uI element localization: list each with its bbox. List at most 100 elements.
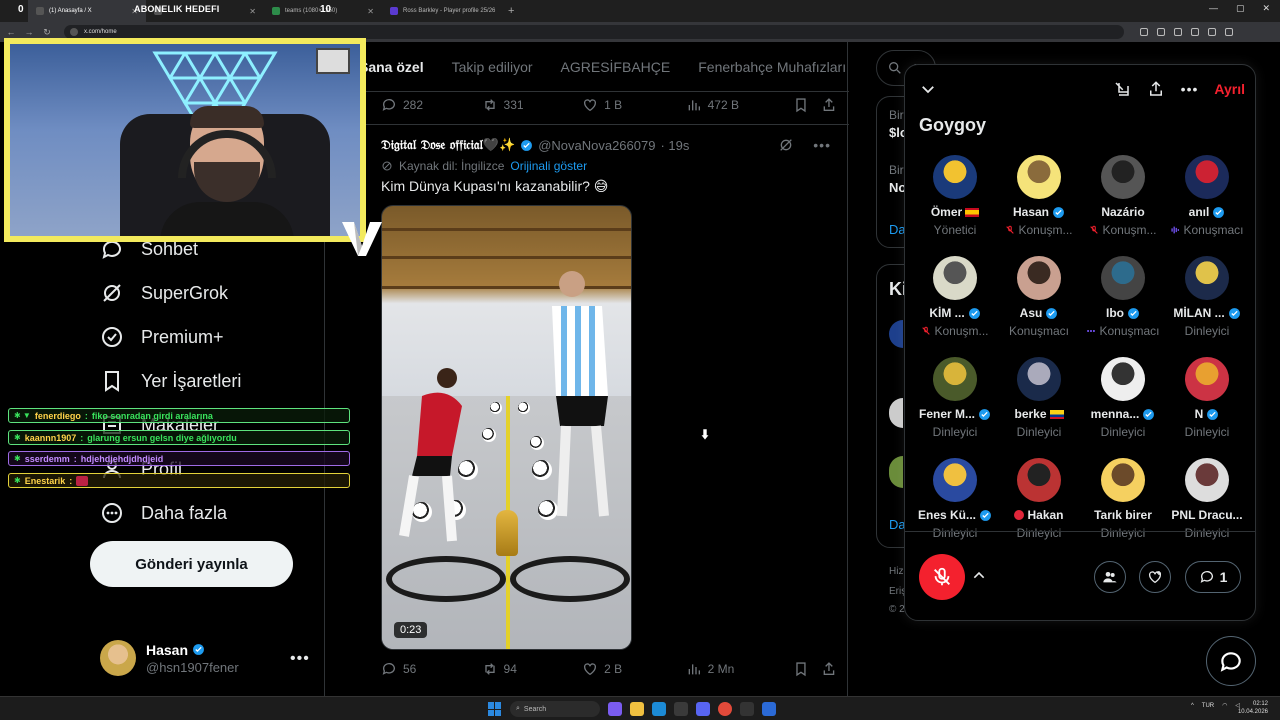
reply-button[interactable]: 56	[381, 661, 482, 677]
language-indicator[interactable]: TUR	[1202, 703, 1214, 709]
share-icon[interactable]	[821, 97, 837, 113]
leave-space-button[interactable]: Ayrıl	[1214, 81, 1245, 97]
windows-start-icon[interactable]	[488, 702, 502, 716]
player-argentina	[552, 271, 609, 517]
space-more-icon[interactable]: •••	[1181, 81, 1199, 97]
discord-icon[interactable]	[696, 702, 710, 716]
repost-button[interactable]: 331	[482, 97, 583, 113]
views-button[interactable]: 2 Mn	[686, 661, 794, 677]
store-icon[interactable]	[674, 702, 688, 716]
space-participant[interactable]: Asu Konuşmacı	[997, 256, 1081, 338]
space-replies-button[interactable]: 1	[1185, 561, 1241, 593]
sidebar-item-supergrok[interactable]: SuperGrok	[100, 281, 228, 305]
share-icon[interactable]	[1147, 80, 1165, 98]
tweet-video[interactable]: 0:23	[381, 205, 632, 650]
share-icon[interactable]	[821, 661, 837, 677]
space-participant[interactable]: anıl Konuşmacı	[1165, 155, 1249, 237]
profile-icon[interactable]	[1208, 28, 1216, 36]
mic-toggle-button[interactable]	[919, 554, 965, 600]
participant-role-row: Dinleyici	[1185, 425, 1230, 439]
tab-for-you[interactable]: Sana özel	[359, 59, 424, 75]
tab-list-fenerbahce-muhafizlari[interactable]: Fenerbahçe Muhafızları	[698, 59, 846, 75]
views-button[interactable]: 472 B	[686, 97, 794, 113]
space-participant[interactable]: Enes Kü... Dinleyici	[913, 458, 997, 540]
tab-list-agresifbahce[interactable]: AGRESİFBAHÇE	[561, 59, 671, 75]
reload-icon[interactable]: ↻	[40, 27, 54, 38]
avatar	[1185, 357, 1229, 401]
space-participant[interactable]: menna... Dinleyici	[1081, 357, 1165, 439]
chrome-icon[interactable]	[718, 702, 732, 716]
close-tab-icon[interactable]: ✕	[249, 7, 256, 16]
tweet-author-handle[interactable]: @NovaNova266079	[538, 138, 655, 153]
forward-icon[interactable]: →	[22, 27, 36, 37]
minimize-icon[interactable]: —	[1209, 3, 1218, 14]
space-participant[interactable]: Nazário Konuşm...	[1081, 155, 1165, 237]
space-participant[interactable]: N Dinleyici	[1165, 357, 1249, 439]
menu-icon[interactable]	[1225, 28, 1233, 36]
close-window-icon[interactable]: ✕	[1262, 3, 1270, 14]
taskbar-search[interactable]: ⌕ Search	[510, 701, 600, 717]
expand-chevron-icon[interactable]	[971, 567, 987, 583]
sidebar-item-premium[interactable]: Premium+	[100, 325, 224, 349]
zoom-icon[interactable]	[1140, 28, 1148, 36]
browser-tab[interactable]: Ross Barkley - Player profile 25/26 ✕	[382, 0, 500, 22]
vscode-icon[interactable]	[762, 702, 776, 716]
account-more-icon[interactable]: •••	[290, 650, 310, 668]
sidebar-item-bookmarks[interactable]: Yer İşaretleri	[100, 369, 241, 393]
copilot-icon[interactable]	[608, 702, 622, 716]
grok-icon[interactable]	[778, 137, 794, 153]
browser-tab[interactable]: (1) Anasayfa / X ✕	[28, 0, 146, 22]
space-participant[interactable]: berke Dinleyici	[997, 357, 1081, 439]
space-participant[interactable]: PNL Dracu... Dinleyici	[1165, 458, 1249, 540]
tab-following[interactable]: Takip ediliyor	[452, 59, 533, 75]
space-participant[interactable]: MİLAN ... Dinleyici	[1165, 256, 1249, 338]
edge-icon[interactable]	[652, 702, 666, 716]
space-title: Goygoy	[919, 115, 987, 135]
tweet-more-icon[interactable]: •••	[813, 137, 831, 153]
back-icon[interactable]: ←	[4, 27, 18, 37]
space-participant[interactable]: Ibo Konuşmacı	[1081, 256, 1165, 338]
account-switcher[interactable]: Hasan @hsn1907fener	[100, 640, 239, 676]
wifi-icon[interactable]: ◠	[1222, 702, 1227, 709]
collapse-chevron-icon[interactable]	[919, 80, 937, 98]
chat-username: fenerdiego	[34, 410, 81, 421]
chat-username: kaannn1907	[24, 432, 77, 443]
participant-role: Dinleyici	[1016, 526, 1062, 540]
space-participant[interactable]: Tarık birer Dinleyici	[1081, 458, 1165, 540]
bookmark-star-icon[interactable]	[1174, 28, 1182, 36]
extensions-icon[interactable]	[1191, 28, 1199, 36]
repost-button[interactable]: 94	[482, 661, 583, 677]
post-button[interactable]: Gönderi yayınla	[90, 541, 293, 587]
new-tab-button[interactable]: +	[500, 5, 522, 17]
verified-badge-icon	[1128, 307, 1139, 319]
minimize-dock-icon[interactable]	[1113, 80, 1131, 98]
taskbar-clock[interactable]: 02:12 10.04.2026	[1238, 700, 1268, 716]
like-button[interactable]: 1 B	[582, 97, 686, 113]
url-input[interactable]: x.com/home	[64, 25, 1124, 39]
space-participant[interactable]: Hakan Dinleyici	[997, 458, 1081, 540]
obs-icon[interactable]	[740, 702, 754, 716]
show-original-link[interactable]: Orijinali göster	[510, 159, 587, 173]
space-participant[interactable]: KİM ... Konuşm...	[913, 256, 997, 338]
file-explorer-icon[interactable]	[630, 702, 644, 716]
maximize-icon[interactable]: ▢	[1236, 3, 1245, 14]
participant-role: Dinleyici	[1016, 425, 1062, 439]
reply-icon	[382, 99, 395, 111]
tweet-time[interactable]: · 19s	[660, 138, 689, 153]
bookmark-icon[interactable]	[793, 97, 809, 113]
tweet-author-name[interactable]: 𝔇𝔦𝔤𝔦𝔱𝔞𝔩 𝔇𝔬𝔰𝔢 𝔬𝔣𝔣𝔦𝔠𝔦𝔞𝔩🖤✨	[381, 138, 515, 153]
like-button[interactable]: 2 B	[582, 661, 686, 677]
bookmark-icon[interactable]	[793, 661, 809, 677]
install-icon[interactable]	[1157, 28, 1165, 36]
reply-button[interactable]: 282	[381, 97, 482, 113]
react-button[interactable]	[1139, 561, 1171, 593]
tray-chevron-icon[interactable]: ^	[1191, 703, 1194, 709]
sidebar-item-more[interactable]: Daha fazla	[100, 501, 227, 525]
participants-button[interactable]	[1094, 561, 1126, 593]
messages-fab[interactable]	[1206, 636, 1256, 686]
site-info-icon[interactable]	[70, 28, 78, 36]
close-tab-icon[interactable]: ✕	[367, 7, 374, 16]
space-participant[interactable]: Hasan Konuşm...	[997, 155, 1081, 237]
space-participant[interactable]: Ömer Yönetici	[913, 155, 997, 237]
space-participant[interactable]: Fener M... Dinleyici	[913, 357, 997, 439]
